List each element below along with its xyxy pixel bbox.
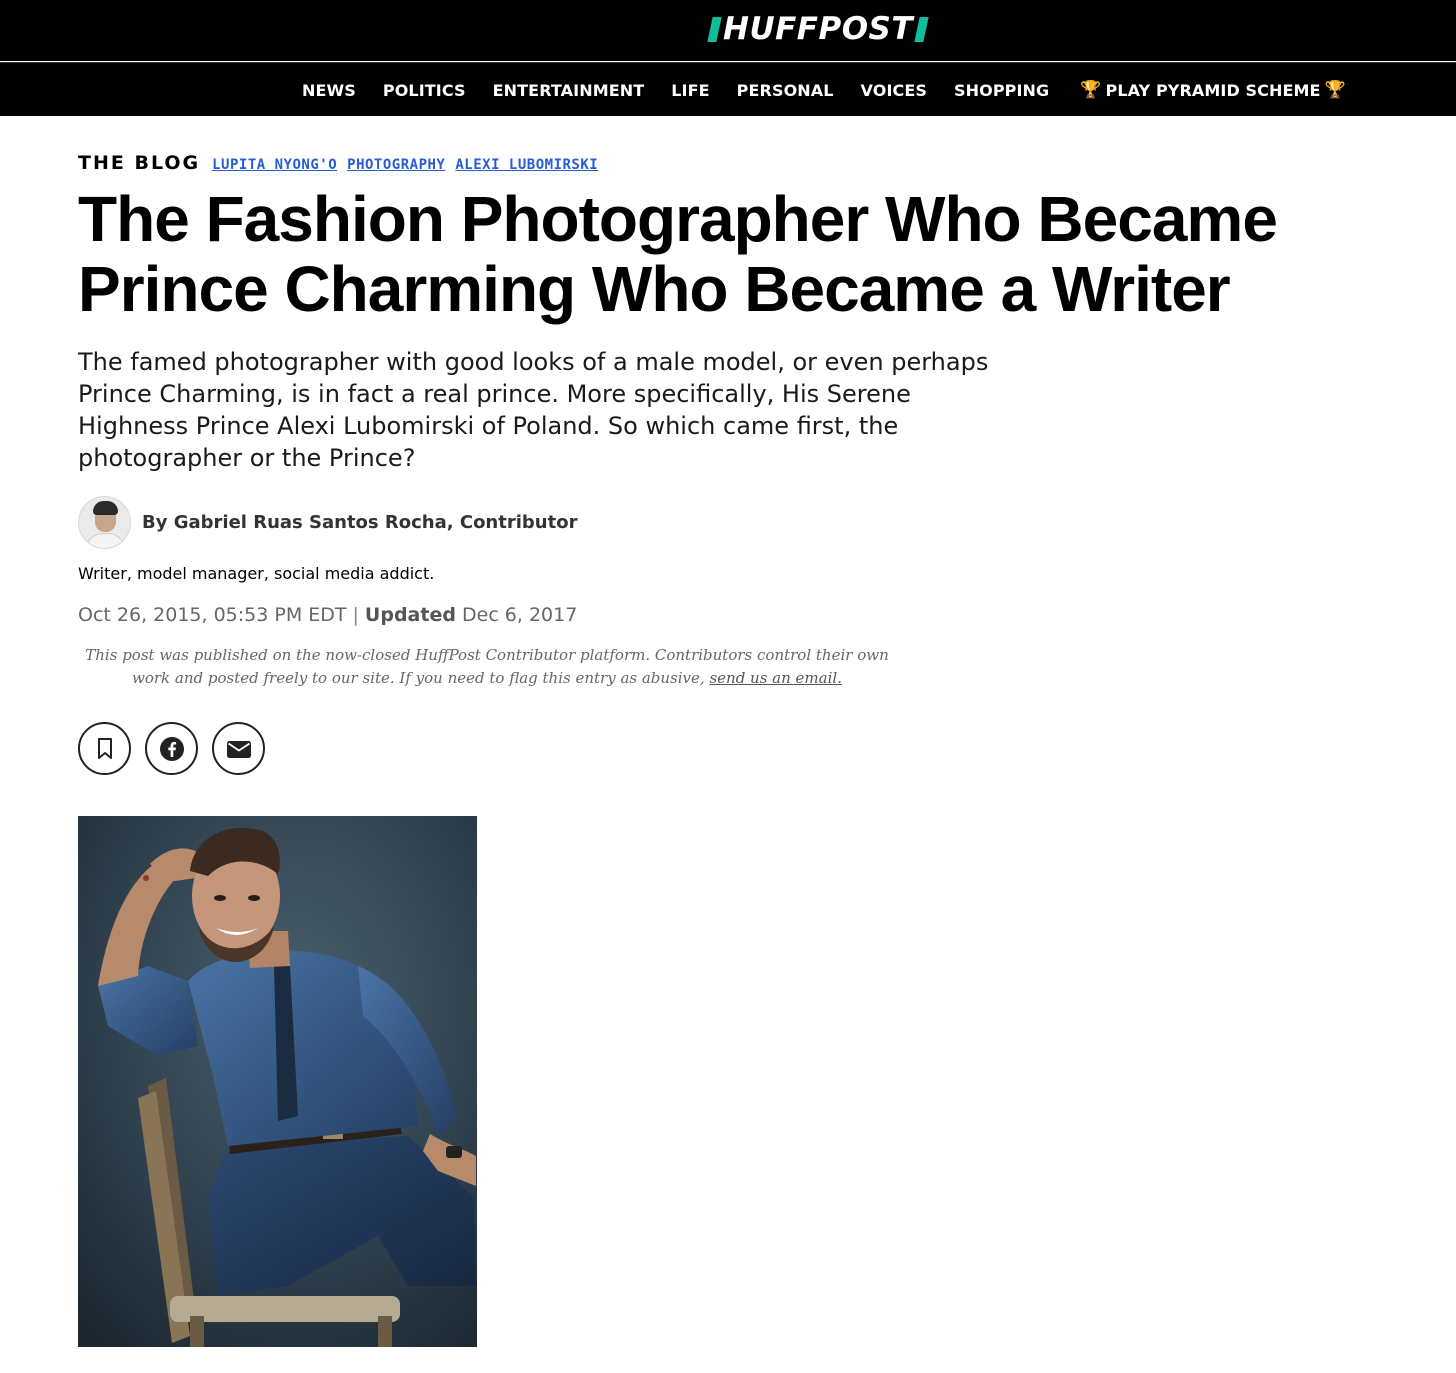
nav-item-shopping[interactable]: SHOPPING [954, 81, 1049, 100]
article-hero-photo [78, 816, 477, 1347]
tag-link[interactable]: LUPITA NYONG'O [212, 157, 337, 173]
site-header: HUFFPOST [0, 0, 1456, 61]
huffpost-logo[interactable]: HUFFPOST [707, 11, 929, 47]
logo-accent-right [914, 16, 929, 42]
main-nav: NEWS POLITICS ENTERTAINMENT LIFE PERSONA… [0, 62, 1456, 116]
nav-item-label: PLAY PYRAMID SCHEME [1105, 80, 1321, 100]
updated-label: Updated [364, 604, 456, 626]
article-title: The Fashion Photographer Who Became Prin… [78, 183, 1278, 325]
updated-date: Dec 6, 2017 [462, 604, 578, 626]
flag-email-link[interactable]: send us an email. [709, 669, 842, 687]
logo-text: HUFFPOST [723, 11, 914, 47]
nav-item-personal[interactable]: PERSONAL [737, 81, 834, 100]
author-name[interactable]: By Gabriel Ruas Santos Rocha, Contributo… [142, 512, 577, 533]
trophy-icon: 🏆 [1324, 80, 1346, 100]
article-dek: The famed photographer with good looks o… [78, 348, 989, 472]
author-avatar[interactable] [78, 496, 131, 549]
facebook-share-button[interactable] [145, 722, 198, 775]
logo-accent-left [707, 16, 722, 42]
facebook-icon [159, 736, 184, 761]
contributor-disclaimer: This post was published on the now-close… [78, 644, 896, 690]
nav-item-pyramid-scheme[interactable]: 🏆 PLAY PYRAMID SCHEME 🏆 [1076, 80, 1350, 100]
nav-item-voices[interactable]: VOICES [861, 81, 927, 100]
byline: By Gabriel Ruas Santos Rocha, Contributo… [78, 496, 577, 549]
email-icon [226, 740, 251, 758]
section-label: THE BLOG [78, 152, 201, 174]
date-separator: | [352, 604, 359, 626]
published-date: Oct 26, 2015, 05:53 PM EDT [78, 604, 347, 626]
share-bar [78, 722, 279, 775]
tag-link[interactable]: PHOTOGRAPHY [347, 157, 445, 173]
nav-item-news[interactable]: NEWS [302, 81, 356, 100]
author-bio: Writer, model manager, social media addi… [78, 564, 435, 583]
article-timestamps: Oct 26, 2015, 05:53 PM EDT | Updated Dec 6… [78, 604, 577, 626]
trophy-icon: 🏆 [1080, 80, 1102, 100]
article-kicker: THE BLOG LUPITA NYONG'O PHOTOGRAPHY ALEX… [78, 152, 608, 174]
email-share-button[interactable] [212, 722, 265, 775]
nav-item-entertainment[interactable]: ENTERTAINMENT [493, 81, 645, 100]
nav-item-politics[interactable]: POLITICS [383, 81, 466, 100]
bookmark-button[interactable] [78, 722, 131, 775]
nav-item-life[interactable]: LIFE [671, 81, 709, 100]
tag-link[interactable]: ALEXI LUBOMIRSKI [455, 157, 598, 173]
bookmark-icon [97, 737, 112, 759]
